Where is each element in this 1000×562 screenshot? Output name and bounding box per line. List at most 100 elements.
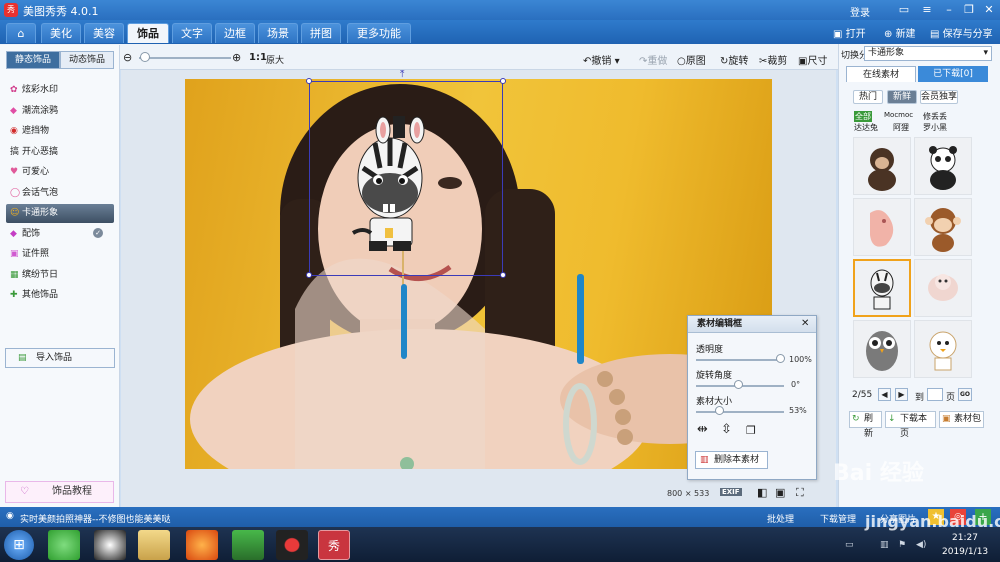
sidebar-item-3[interactable]: 搞开心恶搞 <box>6 143 114 162</box>
flip-vertical-icon[interactable]: ⇳ <box>721 422 732 437</box>
thumb-pink-creature[interactable] <box>853 198 911 256</box>
sidebar-item-10[interactable]: ✚ 其他饰品 <box>6 286 114 305</box>
minimize-icon[interactable]: – <box>940 2 958 17</box>
taskbar-meitu-icon[interactable]: 秀 <box>318 530 350 560</box>
taskbar-green-app-icon[interactable] <box>48 530 80 560</box>
prev-page-button[interactable]: ◀ <box>878 388 891 401</box>
tab-animated-decorations[interactable]: 动态饰品 <box>60 51 114 69</box>
status-tip-link[interactable]: 实时美颜拍照神器--不修图也能美美哒 <box>20 512 171 525</box>
tray-flag-icon[interactable]: ⚑ <box>898 540 906 550</box>
tab-meihua[interactable]: 美化 <box>41 23 81 43</box>
sidebar-item-8[interactable]: ▣ 证件照 <box>6 245 114 264</box>
go-button[interactable]: GO <box>958 388 972 401</box>
sticker-selection-box[interactable] <box>309 81 503 276</box>
sidebar-item-2[interactable]: ◉ 遮挡物 <box>6 122 114 141</box>
batch-process-button[interactable]: 批处理 <box>767 512 794 525</box>
thumb-chimpanzee[interactable] <box>853 137 911 195</box>
category-select[interactable]: 卡通形象 ▾ <box>864 46 992 61</box>
zoom-in-icon[interactable]: ⊕ <box>232 51 241 64</box>
download-page-button[interactable]: ↓ 下载本页 <box>885 411 936 439</box>
resize-handle-top-left[interactable] <box>306 78 312 84</box>
material-bag-button[interactable]: ▣ 素材包 <box>939 411 984 428</box>
close-icon[interactable]: ✕ <box>801 318 809 329</box>
next-page-button[interactable]: ▶ <box>895 388 908 401</box>
thumb-zebra[interactable] <box>853 259 911 317</box>
sidebar-item-6[interactable]: ☺ 卡通形象 <box>6 204 114 223</box>
tab-downloaded[interactable]: 已下载[0] <box>918 66 988 82</box>
rotation-slider-knob[interactable] <box>734 380 743 389</box>
tab-meirong[interactable]: 美容 <box>84 23 124 43</box>
exif-badge[interactable]: EXIF <box>720 488 742 496</box>
opacity-slider-knob[interactable] <box>776 354 785 363</box>
login-link[interactable]: 登录 <box>850 4 870 19</box>
tag-luoxiaohei[interactable]: 罗小黑 <box>923 122 947 133</box>
new-button[interactable]: ⊕ 新建 <box>884 25 916 40</box>
tab-pintu[interactable]: 拼图 <box>301 23 341 43</box>
resize-handle-bottom-left[interactable] <box>306 272 312 278</box>
size-slider-knob[interactable] <box>714 406 724 415</box>
tag-xiudiudiu[interactable]: 修丢丢 <box>923 111 947 122</box>
tray-keyboard-icon[interactable]: ▭ <box>845 540 854 550</box>
sidebar-item-1[interactable]: ◆ 潮流涂鸦 <box>6 102 114 121</box>
start-button-icon[interactable]: ⊞ <box>4 530 34 560</box>
fullscreen-icon[interactable]: ⛶ <box>796 486 804 500</box>
chip-vip[interactable]: 会员独享 <box>920 90 958 104</box>
thumb-monkey[interactable] <box>914 198 972 256</box>
maximize-icon[interactable]: ❐ <box>960 2 978 17</box>
taskbar-recorder-icon[interactable] <box>276 530 308 560</box>
size-slider[interactable] <box>696 411 784 413</box>
zoom-original-label[interactable]: 原大 <box>266 53 284 66</box>
home-tab[interactable]: ⌂ <box>6 23 36 43</box>
clock-date[interactable]: 2019/1/13 <box>942 547 988 557</box>
original-button[interactable]: ○原图 <box>677 52 706 67</box>
tag-all[interactable]: 全部 <box>854 111 872 122</box>
download-manager-button[interactable]: 下载管理 <box>820 512 856 525</box>
tag-mocmoc[interactable]: Mocmoc <box>884 111 913 119</box>
tray-volume-icon[interactable]: ◀) <box>916 540 926 550</box>
resize-button[interactable]: ▣尺寸 <box>798 52 827 67</box>
decoration-tutorial-button[interactable]: ♡ 饰品教程 <box>5 481 114 503</box>
redo-button[interactable]: ↷重做 <box>639 52 667 67</box>
thumb-bird[interactable] <box>914 320 972 378</box>
rotate-button[interactable]: ↻旋转 <box>720 52 748 67</box>
flip-horizontal-icon[interactable]: ⇹ <box>697 422 708 437</box>
refresh-button[interactable]: ↻ 刷新 <box>849 411 882 439</box>
tab-shipin[interactable]: 饰品 <box>127 23 169 43</box>
zoom-slider-knob[interactable] <box>140 52 150 62</box>
chip-hot[interactable]: 热门 <box>853 90 883 104</box>
tab-static-decorations[interactable]: 静态饰品 <box>6 51 60 69</box>
resize-handle-bottom-right[interactable] <box>500 272 506 278</box>
menu-icon[interactable]: ≡ <box>918 2 936 17</box>
sidebar-item-9[interactable]: ▦ 缤纷节日 <box>6 266 114 285</box>
clock-time[interactable]: 21:27 <box>952 533 978 543</box>
tab-more[interactable]: 更多功能 ▾ <box>347 23 411 60</box>
sidebar-item-4[interactable]: ♥ 可爱心 <box>6 163 114 182</box>
rotate-handle-icon[interactable]: ⤒ <box>400 69 404 80</box>
tab-changjing[interactable]: 场景 <box>258 23 298 43</box>
compare-icon[interactable]: ◧ <box>757 486 767 499</box>
crop-button[interactable]: ✂裁剪 <box>759 52 787 67</box>
tag-dadatu[interactable]: 达达兔 <box>854 122 878 133</box>
copy-icon[interactable]: ❐ <box>746 424 756 437</box>
open-button[interactable]: ▣ 打开 <box>833 25 866 40</box>
close-icon[interactable]: ✕ <box>980 2 998 17</box>
page-number-input[interactable] <box>927 388 943 401</box>
sidebar-item-5[interactable]: ◯ 会话气泡 <box>6 184 114 203</box>
save-share-button[interactable]: ▤ 保存与分享 <box>930 25 993 40</box>
delete-material-button[interactable]: ▥ 删除本素材 <box>695 451 768 469</box>
resize-handle-top-right[interactable] <box>500 78 506 84</box>
thumb-panda[interactable] <box>914 137 972 195</box>
tab-biankuang[interactable]: 边框 <box>215 23 255 43</box>
sidebar-item-0[interactable]: ✿ 炫彩水印 <box>6 81 114 100</box>
import-decoration-button[interactable]: ▤ 导入饰品 <box>5 348 115 368</box>
taskbar-qq-icon[interactable] <box>94 530 126 560</box>
skin-icon[interactable]: ▭ <box>895 2 913 17</box>
tab-online-materials[interactable]: 在线素材 <box>846 66 916 82</box>
zoom-slider-track[interactable] <box>139 57 231 59</box>
tray-network-icon[interactable]: ▥ <box>880 540 889 550</box>
taskbar-player-icon[interactable] <box>232 530 264 560</box>
zoom-1to1[interactable]: 1:1 <box>249 52 267 63</box>
taskbar-folder-icon[interactable] <box>138 530 170 560</box>
opacity-slider[interactable] <box>696 359 784 361</box>
zoom-out-icon[interactable]: ⊖ <box>123 51 132 64</box>
